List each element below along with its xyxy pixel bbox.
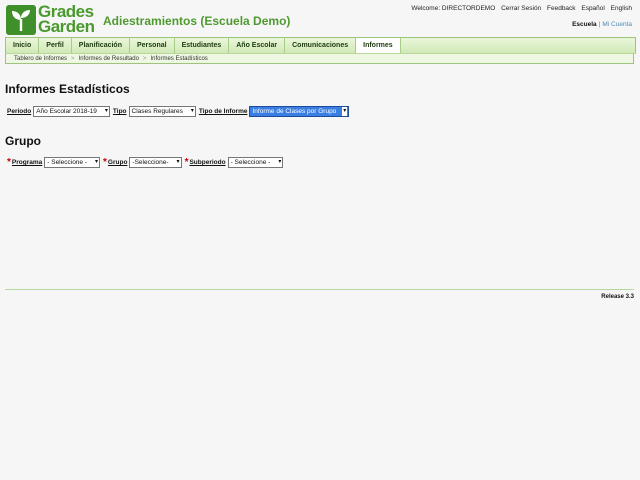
account-links: Escuela | Mi Cuenta xyxy=(572,21,632,28)
chevron-down-icon: ▾ xyxy=(104,108,108,114)
feedback-link[interactable]: Feedback xyxy=(547,5,576,12)
school-link[interactable]: Escuela xyxy=(572,21,597,28)
nav-tab-personal[interactable]: Personal xyxy=(130,38,175,54)
period-label: Periodo xyxy=(7,108,32,115)
chevron-down-icon: ▾ xyxy=(95,159,99,165)
nav-tab-ano-escolar[interactable]: Año Escolar xyxy=(229,38,286,54)
account-links-separator: | xyxy=(598,21,601,28)
group-label: Grupo xyxy=(107,159,128,166)
logout-link[interactable]: Cerrar Sesión xyxy=(501,5,541,12)
logo-line-2: Garden xyxy=(38,17,95,36)
my-account-link[interactable]: Mi Cuenta xyxy=(602,21,632,28)
required-asterisk: * xyxy=(7,156,11,168)
type-select[interactable]: Clases Regulares ▾ xyxy=(128,106,196,117)
program-label: Programa xyxy=(11,159,43,166)
footer-divider xyxy=(5,289,634,290)
top-links: Welcome: DIRECTORDEMO Cerrar Sesión Feed… xyxy=(407,5,632,12)
program-select[interactable]: - Seleccione - ▾ xyxy=(44,157,101,168)
chevron-down-icon: ▾ xyxy=(176,159,180,165)
page-title: Informes Estadísticos xyxy=(5,82,130,96)
welcome-text: Welcome: DIRECTORDEMO xyxy=(411,5,496,12)
nav-tab-planificacion[interactable]: Planificación xyxy=(72,38,130,54)
period-select[interactable]: Año Escolar 2018-19 ▾ xyxy=(33,106,110,117)
report-type-select[interactable]: Informe de Clases por Grupo ▾ xyxy=(249,106,350,117)
group-select-value: -Seleccione- xyxy=(132,159,169,166)
section-title-grupo: Grupo xyxy=(5,134,41,148)
report-type-select-value: Informe de Clases por Grupo xyxy=(252,108,337,115)
required-asterisk: * xyxy=(184,156,189,168)
breadcrumb-chevron-icon: > xyxy=(71,56,75,62)
logo-text: Grades Garden xyxy=(38,3,95,36)
chevron-down-icon: ▾ xyxy=(278,159,282,165)
chevron-down-icon: ▾ xyxy=(342,107,348,116)
program-select-value: - Seleccione - xyxy=(47,159,88,166)
type-label: Tipo xyxy=(112,108,127,115)
nav-tab-informes[interactable]: Informes xyxy=(356,38,401,54)
grades-garden-logo[interactable]: Grades Garden xyxy=(6,3,96,37)
breadcrumb-chevron-icon: > xyxy=(142,56,147,62)
required-asterisk: * xyxy=(103,156,107,168)
nav-tab-estudiantes[interactable]: Estudiantes xyxy=(175,38,230,54)
breadcrumb-result-reports[interactable]: Informes de Resultado xyxy=(79,56,139,62)
nav-tab-comunicaciones[interactable]: Comunicaciones xyxy=(285,38,357,54)
chevron-down-icon: ▾ xyxy=(190,108,194,114)
report-type-label: Tipo de Informe xyxy=(198,108,248,115)
subperiod-select[interactable]: - Seleccione - ▾ xyxy=(227,157,284,168)
nav-tab-perfil[interactable]: Perfil xyxy=(39,38,72,54)
english-link[interactable]: English xyxy=(611,5,632,12)
subperiod-select-value: - Seleccione - xyxy=(230,159,271,166)
breadcrumb-statistical-reports: Informes Estadísticos xyxy=(150,56,208,62)
group-filters: * Programa - Seleccione - ▾ * Grupo -Sele… xyxy=(7,157,286,168)
report-filters: Periodo Año Escolar 2018-19 ▾ Tipo Clases… xyxy=(7,106,352,117)
type-select-value: Clases Regulares xyxy=(131,108,183,115)
release-version: Release 3.3 xyxy=(601,294,634,300)
nav-tab-inicio[interactable]: Inicio xyxy=(6,38,40,54)
breadcrumb-dashboard[interactable]: Tablero de Informes xyxy=(14,56,67,62)
group-select[interactable]: -Seleccione- ▾ xyxy=(129,157,182,168)
sprout-icon xyxy=(6,5,36,35)
school-title: Adiestramientos (Escuela Demo) xyxy=(103,14,291,28)
period-select-value: Año Escolar 2018-19 xyxy=(36,108,97,115)
spanish-link[interactable]: Español xyxy=(581,5,605,12)
main-nav: Inicio Perfil Planificación Personal Est… xyxy=(5,37,636,54)
breadcrumb: Tablero de Informes > Informes de Resultad… xyxy=(5,53,634,64)
subperiod-label: Subperiodo xyxy=(189,159,226,166)
